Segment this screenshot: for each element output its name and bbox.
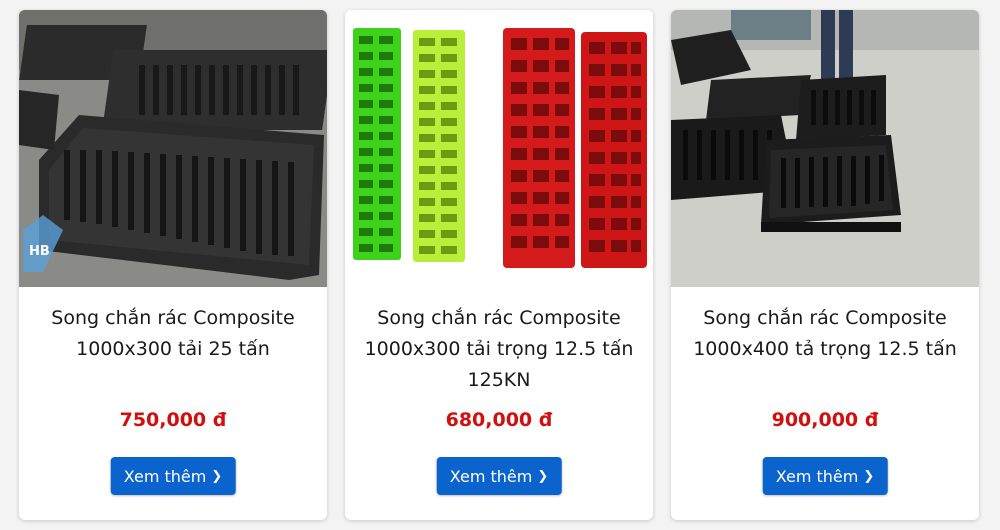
view-more-label: Xem thêm [123,466,207,486]
product-title-line: 125KN [467,369,531,391]
view-more-button[interactable]: Xem thêm ❯ [762,457,888,495]
product-card[interactable]: HB Song chắn rác Composite 1000x300 tải … [19,10,327,520]
product-price: 680,000 đ [445,409,553,431]
view-more-button[interactable]: Xem thêm ❯ [436,457,562,495]
product-title-line: 1000x300 tải 25 tấn [76,338,270,360]
product-title-line: Song chắn rác Composite [51,307,295,329]
product-title-line: 1000x300 tải trọng 12.5 tấn [364,338,634,360]
product-grid: HB Song chắn rác Composite 1000x300 tải … [0,0,1000,530]
product-title-line: Song chắn rác Composite [703,307,947,329]
view-more-button[interactable]: Xem thêm ❯ [110,457,236,495]
product-title-line: 1000x400 tả trọng 12.5 tấn [693,338,957,360]
product-price: 900,000 đ [771,409,879,431]
product-title-line: Song chắn rác Composite [377,307,621,329]
chevron-right-icon: ❯ [863,468,875,484]
svg-text:HB: HB [29,244,50,259]
product-title[interactable]: Song chắn rác Composite 1000x300 tải 25 … [29,303,317,365]
product-card[interactable]: Song chắn rác Composite 1000x300 tải trọ… [345,10,653,520]
product-image[interactable] [345,10,653,287]
product-price: 750,000 đ [119,409,227,431]
chevron-right-icon: ❯ [537,468,549,484]
view-more-label: Xem thêm [775,466,859,486]
view-more-label: Xem thêm [449,466,533,486]
product-image[interactable] [671,10,979,287]
product-card[interactable]: Song chắn rác Composite 1000x400 tả trọn… [671,10,979,520]
product-title[interactable]: Song chắn rác Composite 1000x400 tả trọn… [681,303,969,365]
product-image[interactable]: HB [19,10,327,287]
chevron-right-icon: ❯ [211,468,223,484]
product-title[interactable]: Song chắn rác Composite 1000x300 tải trọ… [355,303,643,396]
